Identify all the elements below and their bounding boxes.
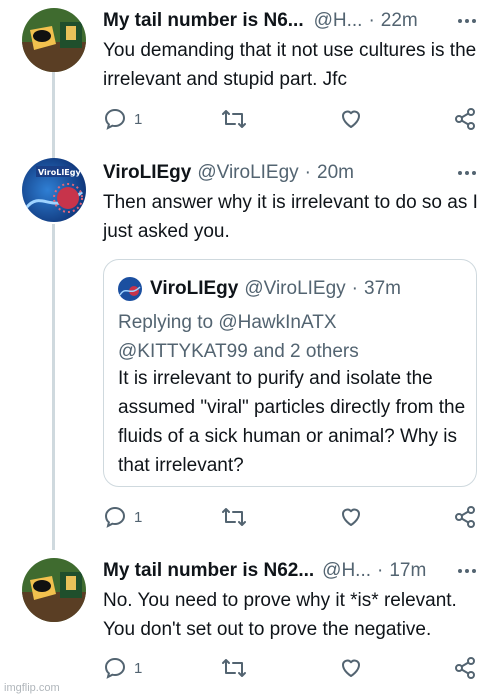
- quote-timestamp: 37m: [364, 278, 401, 299]
- share-icon: [455, 108, 475, 130]
- reply-icon: [104, 108, 126, 130]
- quote-handle: @ViroLIEgy: [244, 278, 346, 299]
- reply-icon: [104, 657, 126, 679]
- heart-icon: [342, 508, 360, 526]
- handle[interactable]: @ViroLIEgy: [197, 162, 298, 184]
- display-name[interactable]: My tail number is N6...: [103, 10, 304, 32]
- timestamp[interactable]: 22m: [381, 10, 418, 32]
- tweet-3[interactable]: My tail number is N62... @H... · 17m No.…: [0, 550, 500, 697]
- share-button[interactable]: [453, 503, 477, 531]
- avatar-logo-text: ViroLIEgy: [38, 168, 82, 177]
- watermark: imgflip.com: [4, 682, 60, 694]
- more-options-icon[interactable]: [446, 8, 476, 34]
- like-button[interactable]: [339, 503, 363, 531]
- share-icon: [455, 506, 475, 528]
- replying-to: Replying to @HawkInATX @KITTYKAT99 and 2…: [118, 308, 359, 366]
- quoted-tweet[interactable]: ViroLIEgy @ViroLIEgy · 37m Replying to @…: [103, 259, 477, 487]
- avatar[interactable]: ViroLIEgy: [22, 158, 86, 222]
- quote-display-name: ViroLIEgy: [150, 278, 239, 299]
- retweet-icon: [222, 659, 246, 677]
- heart-icon: [342, 659, 360, 677]
- reply-button[interactable]: 1: [103, 503, 142, 531]
- quote-header: ViroLIEgy @ViroLIEgy · 37m: [118, 276, 401, 302]
- tweet-header: ViroLIEgy @ViroLIEgy · 20m: [103, 160, 476, 186]
- action-bar: 1: [103, 654, 483, 682]
- display-name[interactable]: ViroLIEgy: [103, 162, 191, 184]
- timestamp[interactable]: 17m: [389, 560, 426, 582]
- tweet-text: Then answer why it is irrelevant to do s…: [103, 192, 478, 242]
- display-name[interactable]: My tail number is N62...: [103, 560, 314, 582]
- share-button[interactable]: [453, 654, 477, 682]
- reply-button[interactable]: 1: [103, 105, 142, 133]
- quote-text: It is irrelevant to purify and isolate t…: [118, 368, 466, 476]
- handle[interactable]: @H...: [314, 10, 363, 32]
- retweet-icon: [222, 110, 246, 128]
- replying-to-line: @KITTYKAT99 and 2 others: [118, 341, 359, 362]
- like-button[interactable]: [339, 654, 363, 682]
- action-bar: 1: [103, 503, 483, 531]
- more-options-icon[interactable]: [446, 160, 476, 186]
- retweet-button[interactable]: [220, 654, 248, 682]
- tweet-2[interactable]: ViroLIEgy ViroLIEgy @ViroLIEgy · 20m The…: [0, 150, 500, 540]
- reply-button[interactable]: 1: [103, 654, 142, 682]
- tweet-text: No. You need to prove why it *is* releva…: [103, 590, 457, 640]
- reply-count: 1: [134, 659, 143, 677]
- timestamp[interactable]: 20m: [317, 162, 354, 184]
- tweet-header: My tail number is N6... @H... · 22m: [103, 8, 476, 34]
- share-icon: [455, 657, 475, 679]
- heart-icon: [342, 110, 360, 128]
- avatar[interactable]: [22, 8, 86, 72]
- replying-to-line: Replying to @HawkInATX: [118, 312, 337, 333]
- tweet-header: My tail number is N62... @H... · 17m: [103, 558, 476, 584]
- retweet-icon: [222, 508, 246, 526]
- like-button[interactable]: [339, 105, 363, 133]
- tweet-1[interactable]: My tail number is N6... @H... · 22m You …: [0, 0, 500, 150]
- reply-icon: [104, 506, 126, 528]
- retweet-button[interactable]: [220, 503, 248, 531]
- action-bar: 1: [103, 105, 483, 133]
- reply-count: 1: [134, 508, 143, 526]
- reply-count: 1: [134, 110, 143, 128]
- handle[interactable]: @H...: [322, 560, 371, 582]
- share-button[interactable]: [453, 105, 477, 133]
- separator-dot: ·: [377, 560, 384, 581]
- avatar[interactable]: [22, 558, 86, 622]
- retweet-button[interactable]: [220, 105, 248, 133]
- separator-dot: ·: [351, 278, 358, 299]
- tweet-text: You demanding that it not use cultures i…: [103, 40, 477, 90]
- separator-dot: ·: [304, 162, 311, 183]
- more-options-icon[interactable]: [446, 558, 476, 584]
- avatar: [118, 277, 142, 301]
- separator-dot: ·: [368, 10, 375, 31]
